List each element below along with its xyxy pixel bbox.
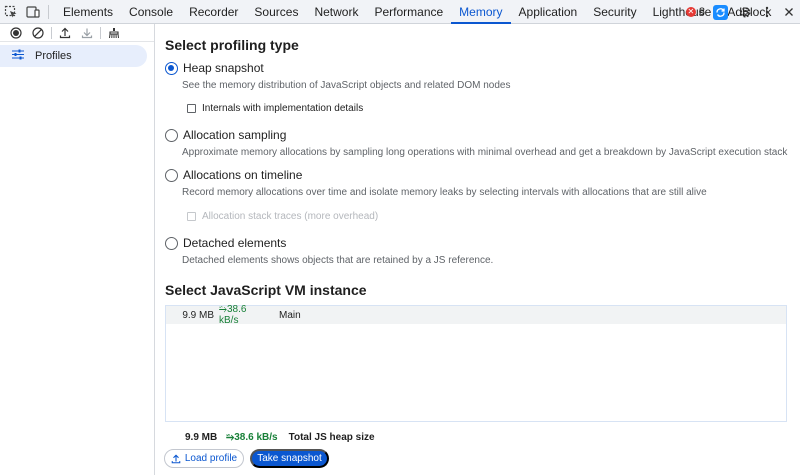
table-row[interactable]: 9.9 MB ⭇38.6 kB/s Main [166,304,786,326]
radio-allocations-timeline[interactable]: Allocations on timeline [165,168,302,182]
radio-detached-elements[interactable]: Detached elements [165,236,286,250]
device-toolbar-icon[interactable] [22,0,44,24]
sidebar-item-profiles[interactable]: Profiles [0,45,147,67]
tune-sliders-icon [12,49,24,63]
vm-allocation-rate: ⭇38.6 kB/s [219,304,247,326]
vm-instance-table: 9.9 MB ⭇38.6 kB/s Main [165,304,787,422]
radio-button[interactable] [165,236,178,250]
profiles-sidebar: Profiles [0,24,155,475]
sync-icon[interactable] [713,4,728,20]
clear-icon[interactable] [27,24,49,42]
option-label: Heap snapshot [183,61,264,75]
tab-network[interactable]: Network [306,0,366,24]
option-description: See the memory distribution of JavaScrip… [182,80,511,91]
option-label: Allocation sampling [183,128,287,142]
tab-sources[interactable]: Sources [246,0,306,24]
tab-application[interactable]: Application [511,0,586,24]
error-icon: ✕ [685,7,696,17]
collect-garbage-icon[interactable] [103,24,125,42]
radio-heap-snapshot[interactable]: Heap snapshot [165,61,264,75]
close-icon[interactable] [778,0,800,24]
upload-icon [171,453,181,463]
more-options-icon[interactable] [756,0,778,24]
settings-gear-icon[interactable] [734,0,756,24]
tab-memory[interactable]: Memory [451,0,511,24]
tab-security[interactable]: Security [585,0,644,24]
option-description: Approximate memory allocations by sampli… [182,147,788,158]
download-icon[interactable] [76,24,98,42]
checkbox-internals[interactable]: Internals with implementation details [187,103,363,114]
option-label: Detached elements [183,236,287,250]
toolbar-divider [100,26,101,39]
vm-heap-size: 9.9 MB [182,309,214,321]
toolbar-divider [51,26,52,39]
checkbox-box[interactable] [187,104,196,113]
option-label: Allocations on timeline [183,168,303,182]
profiles-label: Profiles [35,50,72,62]
total-heap-label: Total JS heap size [288,432,375,443]
option-description: Record memory allocations over time and … [182,187,707,198]
profiler-toolbar [0,24,154,42]
tab-recorder[interactable]: Recorder [181,0,246,24]
tab-performance[interactable]: Performance [366,0,451,24]
upload-icon[interactable] [54,24,76,42]
take-snapshot-button[interactable]: Take snapshot [250,449,329,468]
checkbox-label: Internals with implementation details [202,103,364,114]
toolbar-divider [48,4,49,19]
vm-instance-heading: Select JavaScript VM instance [165,282,367,298]
checkbox-allocation-stack-traces: Allocation stack traces (more overhead) [187,211,378,222]
checkbox-label: Allocation stack traces (more overhead) [202,211,379,222]
tab-elements[interactable]: Elements [55,0,121,24]
inspect-element-icon[interactable] [0,0,22,24]
error-count: 8 [698,6,705,18]
profiling-type-heading: Select profiling type [165,37,299,53]
total-heap-stats: 9.9 MB ⭇38.6 kB/s Total JS heap size [185,432,375,443]
tab-console[interactable]: Console [121,0,181,24]
load-profile-button[interactable]: Load profile [164,449,244,468]
vm-instance-name: Main [279,309,301,321]
checkbox-box [187,212,196,221]
radio-button[interactable] [165,168,178,182]
error-count-badge[interactable]: ✕ 8 [685,6,705,18]
total-heap-size: 9.9 MB [185,432,218,443]
record-icon[interactable] [5,24,27,42]
memory-panel: Select profiling type Heap snapshot See … [156,24,800,475]
radio-button[interactable] [165,61,178,75]
load-profile-label: Load profile [184,453,238,464]
option-description: Detached elements shows objects that are… [182,255,494,266]
total-allocation-rate: ⭇38.6 kB/s [226,432,278,443]
radio-allocation-sampling[interactable]: Allocation sampling [165,128,286,142]
devtools-tab-bar: Elements Console Recorder Sources Networ… [0,0,800,24]
radio-button[interactable] [165,128,178,142]
